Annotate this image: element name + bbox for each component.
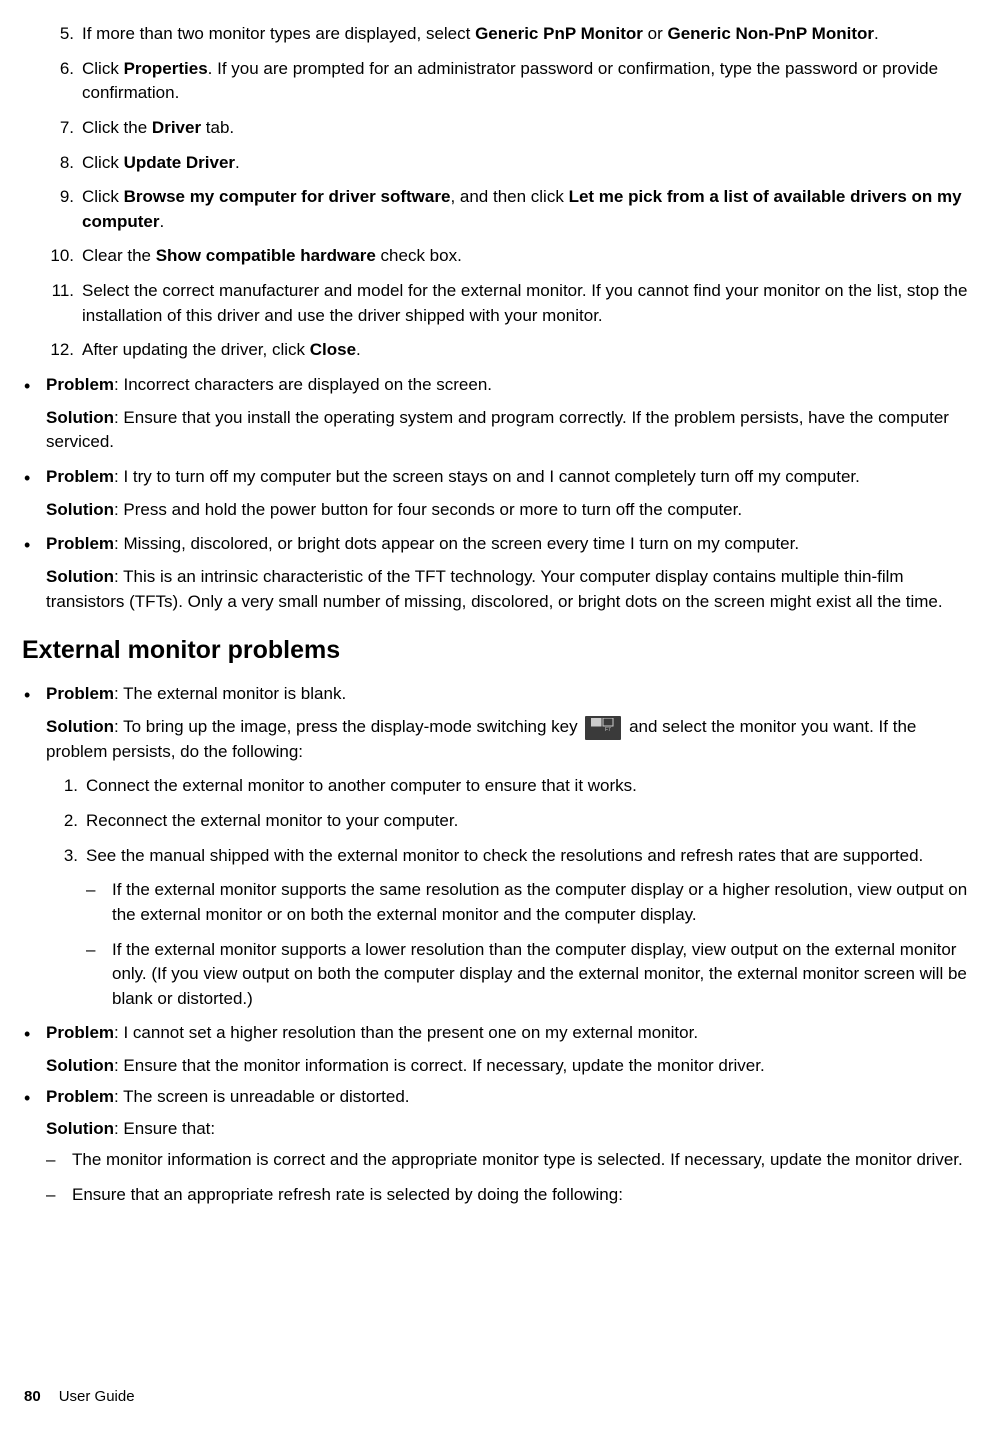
- page-content: 5. If more than two monitor types are di…: [24, 22, 978, 1207]
- problem-dots: Problem: Missing, discolored, or bright …: [24, 532, 978, 557]
- ext-step-3: 3. See the manual shipped with the exter…: [46, 844, 978, 869]
- section-heading-external-monitor: External monitor problems: [22, 632, 978, 668]
- svg-text:F7: F7: [605, 727, 611, 732]
- solution-incorrect-chars: Solution: Ensure that you install the op…: [46, 406, 978, 455]
- solution-ext-blank: Solution: To bring up the image, press t…: [46, 715, 978, 764]
- problem-higher-resolution: Problem: I cannot set a higher resolutio…: [24, 1021, 978, 1046]
- ext-step-2: 2. Reconnect the external monitor to you…: [46, 809, 978, 834]
- step-10: 10. Clear the Show compatible hardware c…: [42, 244, 978, 269]
- solution-unreadable: Solution: Ensure that:: [46, 1117, 978, 1142]
- page-footer: 80 User Guide: [24, 1386, 135, 1408]
- step-5: 5. If more than two monitor types are di…: [42, 22, 978, 47]
- f-dash-2: Ensure that an appropriate refresh rate …: [46, 1183, 978, 1208]
- problem-unreadable: Problem: The screen is unreadable or dis…: [24, 1085, 978, 1110]
- problem-incorrect-chars: Problem: Incorrect characters are displa…: [24, 373, 978, 398]
- ext-step-1: 1. Connect the external monitor to anoth…: [46, 774, 978, 799]
- solution-higher-resolution: Solution: Ensure that the monitor inform…: [46, 1054, 978, 1079]
- step-8: 8. Click Update Driver.: [42, 151, 978, 176]
- ext-step-3-sublist: If the external monitor supports the sam…: [86, 878, 978, 1011]
- problem-screen-stays-on: Problem: I try to turn off my computer b…: [24, 465, 978, 490]
- solution-dots: Solution: This is an intrinsic character…: [46, 565, 978, 614]
- solution-unreadable-list: The monitor information is correct and t…: [46, 1148, 978, 1207]
- display-mode-key-icon: F7: [585, 716, 621, 740]
- solution-screen-stays-on: Solution: Press and hold the power butto…: [46, 498, 978, 523]
- step-7: 7. Click the Driver tab.: [42, 116, 978, 141]
- step-12: 12. After updating the driver, click Clo…: [42, 338, 978, 363]
- ext-dash-1: If the external monitor supports the sam…: [86, 878, 978, 927]
- footer-title: User Guide: [59, 1388, 135, 1405]
- step-6: 6. Click Properties. If you are prompted…: [42, 57, 978, 106]
- page-number: 80: [24, 1388, 41, 1405]
- step-list-top: 5. If more than two monitor types are di…: [24, 22, 978, 363]
- step-11: 11. Select the correct manufacturer and …: [42, 279, 978, 328]
- problem-ext-blank: Problem: The external monitor is blank.: [24, 682, 978, 707]
- ext-steps-list: 1. Connect the external monitor to anoth…: [46, 774, 978, 1011]
- f-dash-1: The monitor information is correct and t…: [46, 1148, 978, 1173]
- step-9: 9. Click Browse my computer for driver s…: [42, 185, 978, 234]
- ext-dash-2: If the external monitor supports a lower…: [86, 938, 978, 1012]
